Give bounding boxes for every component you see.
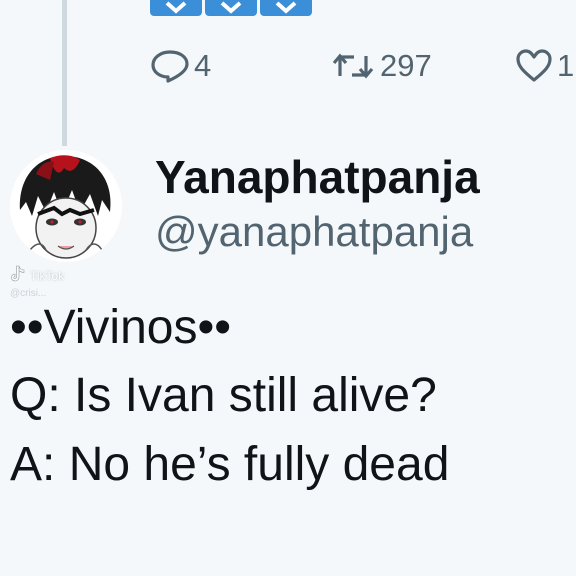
heart-icon <box>515 49 553 83</box>
reply-button[interactable]: 4 <box>150 48 211 84</box>
tweet-text-line: A: No he’s fully dead <box>10 438 450 491</box>
watermark-username: @crisi... <box>10 288 47 299</box>
check-emoji-icon <box>150 0 202 16</box>
display-name[interactable]: Yanaphatpanja <box>155 150 480 204</box>
thread-connector-line <box>62 0 67 146</box>
retweet-count: 297 <box>380 48 432 83</box>
like-count: 1 <box>557 48 575 83</box>
retweet-button[interactable]: 297 <box>330 48 432 84</box>
avatar[interactable] <box>10 150 122 262</box>
check-emoji-icon <box>205 0 257 16</box>
watermark-brand: TikTok <box>30 268 65 283</box>
emoji-row <box>150 0 312 16</box>
retweet-icon <box>330 50 376 82</box>
tiktok-watermark: TikTok <box>10 265 64 286</box>
like-button[interactable]: 1 <box>515 48 574 84</box>
tiktok-logo-icon <box>10 265 26 286</box>
tweet-text-line: Q: Is Ivan still alive? <box>10 369 437 422</box>
tweet-text-line: ••Vivinos•• <box>10 301 232 354</box>
comment-icon <box>150 49 190 83</box>
avatar-illustration <box>10 150 122 262</box>
check-emoji-icon <box>260 0 312 16</box>
reply-count: 4 <box>194 48 212 83</box>
user-handle[interactable]: @yanaphatpanja <box>155 208 473 256</box>
